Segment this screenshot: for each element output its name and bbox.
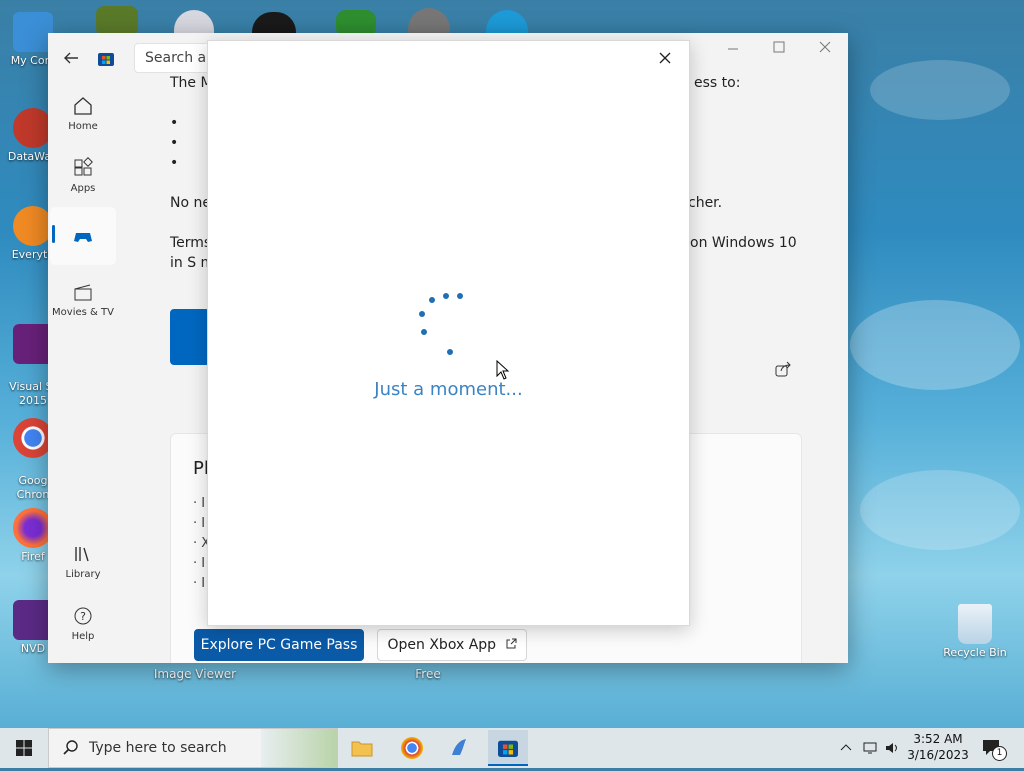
minimize-button[interactable] xyxy=(718,41,748,61)
desktop-icon-label[interactable]: Free xyxy=(400,667,456,682)
desktop-icon-top[interactable] xyxy=(96,6,138,36)
content-text: ess to: xyxy=(694,75,741,91)
datawag-icon xyxy=(13,108,53,148)
action-center-button[interactable]: 1 xyxy=(980,728,1010,768)
nav-item-movies-tv[interactable]: Movies & TV xyxy=(50,273,116,329)
clapperboard-icon xyxy=(74,284,92,301)
chrome-icon xyxy=(13,418,53,458)
gamepad-icon xyxy=(74,233,92,242)
content-text: Terms xyxy=(170,235,212,251)
bullet: • xyxy=(170,135,179,151)
loading-text: Just a moment... xyxy=(374,379,523,400)
maximize-icon xyxy=(773,41,785,53)
home-icon xyxy=(74,97,92,115)
recycle-bin-icon xyxy=(958,604,992,644)
search-icon xyxy=(63,740,78,755)
back-button[interactable] xyxy=(62,49,82,69)
folder-icon xyxy=(351,741,373,757)
nav-label: Help xyxy=(71,631,95,642)
spinner-dot xyxy=(457,293,463,299)
taskbar-chrome[interactable] xyxy=(392,732,432,764)
volume-icon[interactable] xyxy=(884,741,900,755)
computer-icon xyxy=(13,12,53,52)
close-icon xyxy=(819,41,831,53)
desktop-icon-label: NVD xyxy=(20,642,46,655)
maximize-button[interactable] xyxy=(764,41,794,61)
content-text: on Windows 10 xyxy=(690,235,797,251)
bird-app-icon xyxy=(452,739,466,755)
taskbar-search-input[interactable]: Type here to search xyxy=(48,728,338,768)
notification-badge: 1 xyxy=(992,746,1007,761)
search-placeholder: Type here to search xyxy=(89,740,227,756)
nav-label: Movies & TV xyxy=(52,307,114,318)
mouse-cursor-icon xyxy=(496,360,510,380)
nav-item-gaming[interactable] xyxy=(50,207,116,265)
minimize-icon xyxy=(728,48,738,50)
clock-date: 3/16/2023 xyxy=(907,748,969,762)
spinner-dot xyxy=(421,329,427,335)
svg-text:?: ? xyxy=(80,610,86,623)
spinner-dot xyxy=(443,293,449,299)
help-icon: ? xyxy=(74,607,92,625)
content-text: cher. xyxy=(688,195,723,211)
wallpaper-wave xyxy=(850,300,1020,390)
spinner-dot xyxy=(419,311,425,317)
nvda-icon xyxy=(13,600,53,640)
store-logo-icon xyxy=(98,50,114,66)
desktop-icon-label: Goog Chron xyxy=(16,474,50,501)
share-icon xyxy=(775,361,791,377)
loading-dialog: Just a moment... xyxy=(207,40,690,626)
bullet: • xyxy=(170,155,179,171)
external-link-icon xyxy=(506,638,516,649)
bullet: • xyxy=(170,115,179,131)
arrow-left-icon xyxy=(64,52,78,64)
taskbar-app-bird[interactable] xyxy=(440,732,480,764)
store-nav-rail: Home Apps Movies & TV Library ? Help xyxy=(48,83,118,663)
loading-spinner xyxy=(413,289,463,357)
spinner-dot xyxy=(447,349,453,355)
clock[interactable]: 3:52 AM 3/16/2023 xyxy=(904,728,972,771)
visual-studio-icon xyxy=(13,324,53,364)
network-icon[interactable] xyxy=(862,741,878,755)
explore-pc-game-pass-button[interactable]: Explore PC Game Pass xyxy=(194,629,364,661)
windows-logo-icon xyxy=(16,740,32,756)
active-indicator xyxy=(52,225,55,243)
desktop-icon-label[interactable]: Image Viewer xyxy=(150,667,240,682)
taskbar-microsoft-store[interactable] xyxy=(488,730,528,766)
get-button[interactable] xyxy=(170,309,210,365)
content-text: No ne xyxy=(170,195,211,211)
share-button[interactable] xyxy=(775,361,791,377)
firefox-icon xyxy=(13,508,53,548)
desktop-icon-label: Recycle Bin xyxy=(943,646,1007,659)
taskbar-file-explorer[interactable] xyxy=(342,732,382,764)
close-icon xyxy=(659,52,671,64)
wallpaper-wave xyxy=(860,470,1020,550)
desktop-icon-label: Firef xyxy=(21,550,45,563)
nav-item-help[interactable]: ? Help xyxy=(50,597,116,653)
button-label: Open Xbox App xyxy=(387,637,497,653)
spinner-dot xyxy=(429,297,435,303)
nav-item-home[interactable]: Home xyxy=(50,87,116,143)
nav-label: Apps xyxy=(70,183,96,194)
system-tray xyxy=(838,728,908,768)
close-window-button[interactable] xyxy=(810,41,840,61)
search-app-icon xyxy=(13,206,53,246)
open-xbox-app-button[interactable]: Open Xbox App xyxy=(377,629,527,661)
nav-item-apps[interactable]: Apps xyxy=(50,149,116,205)
nav-label: Home xyxy=(68,121,98,132)
store-logo-icon xyxy=(498,740,518,757)
desktop-icon-recycle-bin[interactable]: Recycle Bin xyxy=(940,604,1010,660)
start-button[interactable] xyxy=(0,728,48,768)
wallpaper-wave xyxy=(870,60,1010,120)
chrome-icon xyxy=(401,737,423,759)
library-icon xyxy=(75,547,89,562)
apps-icon xyxy=(74,157,93,176)
nav-label: Library xyxy=(65,569,101,580)
clock-time: 3:52 AM xyxy=(913,732,963,746)
chevron-up-icon[interactable] xyxy=(840,742,852,754)
dialog-close-button[interactable] xyxy=(655,49,675,69)
taskbar: Type here to search 3:52 AM 3/16/2023 1 xyxy=(0,728,1024,768)
search-highlight-panda-icon xyxy=(261,729,337,767)
nav-item-library[interactable]: Library xyxy=(50,535,116,591)
